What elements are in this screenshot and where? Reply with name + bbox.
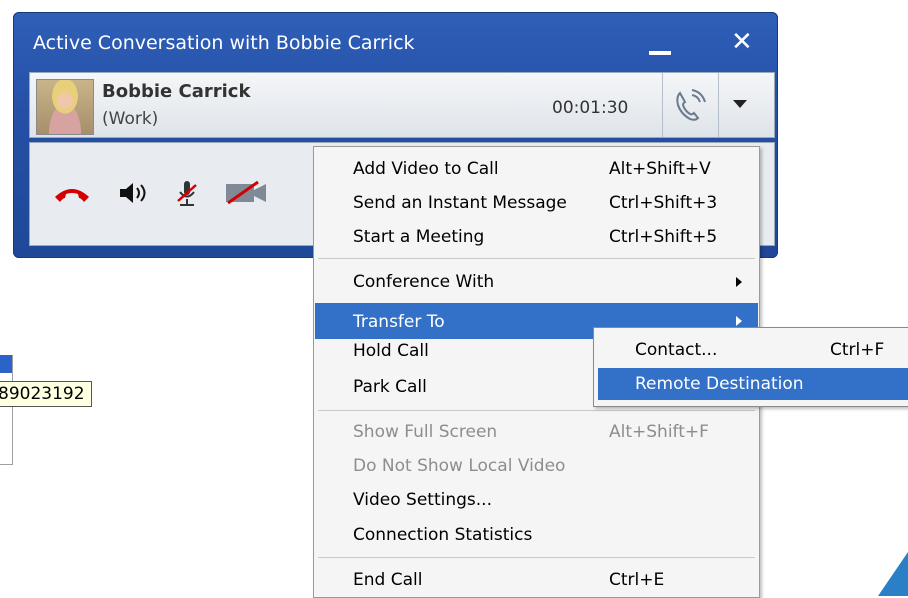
submenu-arrow-icon	[736, 277, 742, 287]
end-call-icon[interactable]	[52, 181, 92, 205]
window-title: Active Conversation with Bobbie Carrick	[33, 32, 415, 54]
submenu-item-contact[interactable]: Contact... Ctrl+F	[598, 334, 908, 366]
divider	[718, 73, 719, 137]
menu-separator	[318, 258, 755, 259]
transfer-to-submenu: Contact... Ctrl+F Remote Destination	[593, 327, 908, 407]
phone-icon[interactable]	[670, 85, 710, 125]
menu-item-conference-with[interactable]: Conference With	[315, 265, 758, 299]
speaker-icon[interactable]	[118, 180, 148, 206]
divider	[662, 73, 663, 137]
background-corner-shape	[878, 552, 908, 596]
menu-separator	[318, 557, 755, 558]
menu-item-add-video[interactable]: Add Video to Call Alt+Shift+V	[315, 152, 758, 186]
menu-item-end-call[interactable]: End Call Ctrl+E	[315, 563, 758, 597]
menu-item-show-full-screen[interactable]: Show Full Screen Alt+Shift+F	[315, 415, 758, 449]
video-off-icon[interactable]	[224, 181, 270, 205]
menu-item-send-im[interactable]: Send an Instant Message Ctrl+Shift+3	[315, 186, 758, 220]
background-selection	[0, 355, 12, 373]
menu-item-video-settings[interactable]: Video Settings...	[315, 483, 758, 517]
call-duration: 00:01:30	[552, 98, 629, 118]
menu-item-start-meeting[interactable]: Start a Meeting Ctrl+Shift+5	[315, 220, 758, 254]
minimize-icon[interactable]	[649, 51, 671, 55]
close-icon[interactable]: ✕	[731, 29, 753, 55]
number-tooltip: 89023192	[0, 381, 92, 407]
menu-item-connection-statistics[interactable]: Connection Statistics	[315, 518, 758, 552]
caller-card: Bobbie Carrick (Work) 00:01:30	[29, 72, 775, 138]
submenu-arrow-icon	[736, 316, 742, 326]
menu-item-hide-local-video[interactable]: Do Not Show Local Video	[315, 449, 758, 483]
avatar	[36, 79, 94, 135]
caller-line: (Work)	[102, 109, 159, 129]
caller-name: Bobbie Carrick	[102, 81, 251, 102]
menu-separator	[318, 410, 755, 411]
mute-mic-icon[interactable]	[175, 179, 199, 209]
chevron-down-icon[interactable]	[733, 100, 747, 108]
submenu-item-remote-destination[interactable]: Remote Destination	[598, 368, 908, 400]
